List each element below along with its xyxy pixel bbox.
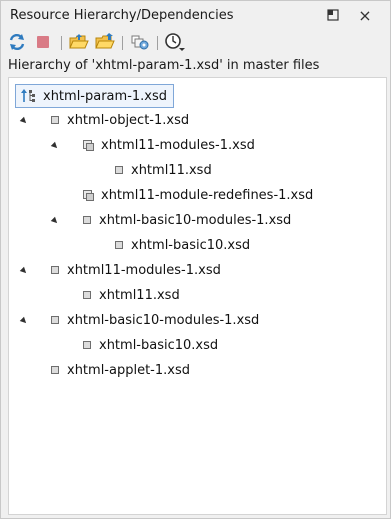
tree-item-label: xhtml-basic10-modules-1.xsd: [67, 312, 260, 328]
tree-item[interactable]: xhtml-basic10.xsd: [115, 235, 250, 255]
expand-arrow-icon[interactable]: [19, 266, 29, 276]
redefine-icon: [83, 139, 95, 151]
refresh-icon[interactable]: [6, 31, 28, 53]
expand-arrow-icon[interactable]: [50, 141, 60, 151]
tree-item-label: xhtml11-modules-1.xsd: [67, 262, 221, 278]
close-icon[interactable]: ×: [355, 6, 375, 25]
tree-item[interactable]: xhtml-applet-1.xsd: [51, 360, 190, 380]
stop-icon[interactable]: [32, 31, 54, 53]
file-icon: [115, 165, 124, 175]
expand-arrow-icon[interactable]: [19, 116, 29, 126]
tree-item[interactable]: xhtml-basic10.xsd: [83, 335, 218, 355]
tree-item[interactable]: xhtml11-module-redefines-1.xsd: [83, 185, 313, 205]
history-icon[interactable]: [164, 31, 186, 53]
dependencies-icon[interactable]: [94, 31, 116, 53]
tree-item[interactable]: xhtml11.xsd: [83, 285, 180, 305]
expand-arrow-icon[interactable]: [50, 216, 60, 226]
toolbar-separator: [157, 36, 158, 50]
panel-title: Resource Hierarchy/Dependencies: [10, 8, 234, 23]
tree-item-label: xhtml11-module-redefines-1.xsd: [101, 187, 314, 203]
tree-item[interactable]: xhtml-basic10-modules-1.xsd: [51, 310, 259, 330]
tree-item-label: xhtml-basic10-modules-1.xsd: [99, 212, 292, 228]
tree-item[interactable]: xhtml11.xsd: [115, 160, 212, 180]
configure-icon[interactable]: [129, 31, 151, 53]
restore-icon[interactable]: [323, 6, 343, 24]
toolbar: [1, 29, 390, 55]
tree-item-label: xhtml11-modules-1.xsd: [101, 137, 255, 153]
tree-item[interactable]: xhtml-basic10-modules-1.xsd: [83, 210, 291, 230]
redefine-icon: [83, 189, 95, 201]
tree-item[interactable]: xhtml11-modules-1.xsd: [51, 260, 221, 280]
hierarchy-info-label: Hierarchy of 'xhtml-param-1.xsd' in mast…: [8, 58, 320, 73]
tree-item-label: xhtml11.xsd: [99, 287, 180, 303]
tree-item-label: xhtml-basic10.xsd: [99, 337, 219, 353]
panel-titlebar: Resource Hierarchy/Dependencies ×: [1, 1, 390, 29]
file-icon: [83, 290, 92, 300]
toolbar-separator: [122, 36, 123, 50]
hierarchy-root-icon: [21, 89, 37, 103]
expand-arrow-icon[interactable]: [19, 316, 29, 326]
file-icon: [83, 340, 92, 350]
file-icon: [51, 265, 60, 275]
toolbar-separator: [61, 36, 62, 50]
hierarchy-tree[interactable]: xhtml-param-1.xsd xhtml-object-1.xsd xht…: [8, 77, 387, 515]
tree-item-label: xhtml-applet-1.xsd: [67, 362, 190, 378]
tree-item-label: xhtml-basic10.xsd: [131, 237, 251, 253]
file-icon: [115, 240, 124, 250]
tree-root-label: xhtml-param-1.xsd: [43, 88, 168, 104]
file-icon: [51, 315, 60, 325]
file-icon: [51, 115, 60, 125]
file-icon: [51, 365, 60, 375]
tree-root-item[interactable]: xhtml-param-1.xsd: [15, 84, 175, 108]
tree-item[interactable]: xhtml11-modules-1.xsd: [83, 135, 255, 155]
file-icon: [83, 215, 92, 225]
tree-item-label: xhtml-object-1.xsd: [67, 112, 190, 128]
tree-item[interactable]: xhtml-object-1.xsd: [51, 110, 189, 130]
hierarchy-icon[interactable]: [68, 31, 90, 53]
resource-hierarchy-panel: Resource Hierarchy/Dependencies × Hierar…: [0, 0, 391, 519]
tree-item-label: xhtml11.xsd: [131, 162, 212, 178]
